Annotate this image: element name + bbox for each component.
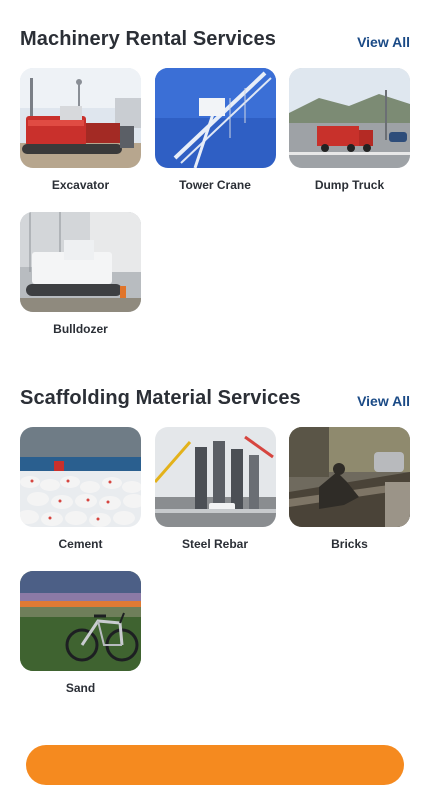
sand-label: Sand (65, 681, 96, 695)
excavator-label: Excavator (51, 178, 110, 192)
card-bulldozer[interactable]: Bulldozer (20, 212, 141, 337)
machinery-section-title: Machinery Rental Services (20, 28, 276, 50)
bulldozer-image (20, 212, 141, 312)
machinery-view-all-link[interactable]: View All (357, 34, 410, 50)
steel-rebar-label: Steel Rebar (181, 537, 249, 551)
cement-image (20, 427, 141, 527)
tower-crane-label: Tower Crane (179, 178, 251, 192)
scaffolding-section: Scaffolding Material Services View All C… (20, 383, 410, 695)
card-steel-rebar[interactable]: Steel Rebar (154, 427, 276, 552)
card-bricks[interactable]: Bricks (289, 427, 410, 552)
dump-truck-image (289, 68, 410, 168)
dump-truck-label: Dump Truck (314, 178, 385, 192)
bricks-image (289, 427, 410, 527)
cement-label: Cement (58, 537, 103, 551)
card-dump-truck[interactable]: Dump Truck (289, 68, 410, 193)
machinery-header: Machinery Rental Services View All (20, 24, 410, 56)
bricks-label: Bricks (331, 537, 368, 551)
excavator-image (20, 68, 141, 168)
bulldozer-label: Bulldozer (53, 322, 108, 336)
card-cement[interactable]: Cement (20, 427, 141, 552)
card-sand[interactable]: Sand (20, 571, 141, 696)
scaffolding-view-all-link[interactable]: View All (357, 393, 410, 409)
scaffolding-header: Scaffolding Material Services View All (20, 383, 410, 415)
machinery-section: Machinery Rental Services View All Excav… (20, 24, 410, 336)
scaffolding-section-title: Scaffolding Material Services (20, 387, 301, 409)
card-tower-crane[interactable]: Tower Crane (154, 68, 276, 193)
steel-rebar-image (154, 427, 276, 527)
bottom-action-button[interactable] (26, 745, 404, 785)
card-excavator[interactable]: Excavator (20, 68, 141, 193)
sand-image (20, 571, 141, 671)
tower-crane-image (154, 68, 276, 168)
